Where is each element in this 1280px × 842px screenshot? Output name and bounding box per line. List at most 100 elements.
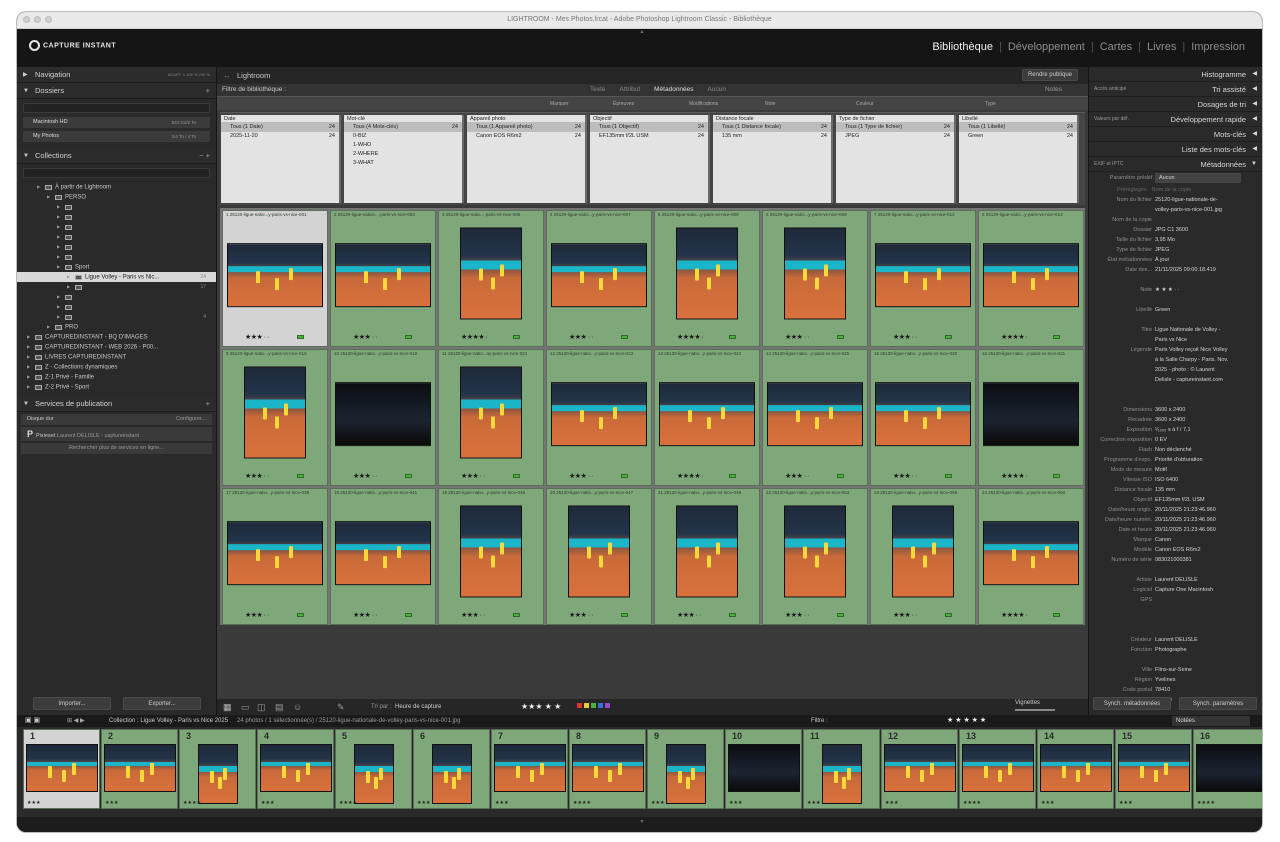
grid-cell[interactable]: 15 25120-ligue-natio...y-paris-vs-nice-0… bbox=[870, 349, 976, 486]
cell-rating[interactable]: ★★★ · · bbox=[245, 472, 269, 480]
cell-rating[interactable]: ★★★★ · bbox=[677, 333, 704, 341]
compare-view-icon[interactable]: ◫ bbox=[257, 699, 266, 715]
grid-cell[interactable]: 19 25120-ligue-natio...y-paris-vs-nice-0… bbox=[438, 488, 544, 625]
disclosure-triangle-icon[interactable]: ▶ bbox=[57, 212, 65, 222]
right-panel-header[interactable]: Liste des mots-clés ◀ bbox=[1089, 142, 1262, 157]
photo-thumbnail[interactable] bbox=[227, 520, 323, 585]
secondary-window-icon[interactable]: ▣ ▣ bbox=[25, 715, 40, 727]
cell-rating[interactable]: ★★★ · · bbox=[785, 472, 809, 480]
metadata-row[interactable]: Dossier JPG C1 3600 bbox=[1089, 225, 1262, 235]
disclosure-triangle-icon[interactable]: ▶ bbox=[37, 182, 45, 192]
grid-cell[interactable]: 14 25120-ligue-natio...y-paris-vs-nice-0… bbox=[762, 349, 868, 486]
metadata-row[interactable]: Date et heure 20/11/2025 21:23:46.960 bbox=[1089, 525, 1262, 535]
publish-button[interactable]: Rendre publique bbox=[1021, 69, 1078, 81]
grid-nav-icon[interactable]: ⊞ ◀ ▶ bbox=[67, 715, 85, 727]
module-4[interactable]: Impression bbox=[1188, 41, 1248, 53]
cell-rating[interactable]: ★★★★ · bbox=[1001, 333, 1028, 341]
photo-thumbnail[interactable] bbox=[335, 520, 431, 585]
right-panel-header[interactable]: Dosages de tri ◀ bbox=[1089, 97, 1262, 112]
column-header[interactable]: Type de fichier bbox=[836, 115, 954, 123]
metadata-row[interactable]: Type de fichier JPEG bbox=[1089, 245, 1262, 255]
cell-rating[interactable]: ★★★ · · bbox=[569, 472, 593, 480]
filmstrip-thumbnail[interactable]: 5 ★★★★ bbox=[335, 729, 412, 809]
metadata-row[interactable]: Flash Non déclenché bbox=[1089, 445, 1262, 455]
collection-item[interactable]: ▶ PRO bbox=[17, 322, 216, 332]
column-entry[interactable]: Canon EOS R6m2 24 bbox=[467, 132, 585, 141]
publish-services-header[interactable]: ▼ Services de publication + bbox=[17, 396, 216, 412]
collection-item[interactable]: ▶ Sport bbox=[17, 262, 216, 272]
find-more-services-button[interactable]: Rechercher plus de services en ligne... bbox=[21, 443, 212, 454]
metadata-preset-row[interactable]: Paramètre prédéf. Aucun bbox=[1089, 173, 1262, 185]
disclosure-triangle-icon[interactable]: ▶ bbox=[57, 312, 65, 322]
collection-item[interactable]: ▶ bbox=[17, 232, 216, 242]
cell-rating[interactable]: ★★★★ · bbox=[1001, 472, 1028, 480]
photo-thumbnail[interactable] bbox=[983, 520, 1079, 585]
grid-cell[interactable]: 11 25120-ligue-natio...ay-paris-vs-nice-… bbox=[438, 349, 544, 486]
column-entry[interactable]: 1-WHO bbox=[344, 141, 462, 150]
column-entry[interactable]: EF135mm f/2L USM 24 bbox=[590, 132, 708, 141]
collection-item[interactable]: ▶ PERSO bbox=[17, 192, 216, 202]
collection-item[interactable]: ▶ bbox=[17, 292, 216, 302]
metadata-row[interactable] bbox=[1089, 395, 1262, 405]
filmstrip-thumbnail[interactable]: 7 ★★★ bbox=[491, 729, 568, 809]
filmstrip-thumbnail[interactable]: 14 ★★★ bbox=[1037, 729, 1114, 809]
column-header[interactable]: Mot-clé bbox=[344, 115, 462, 123]
collapse-top-icon[interactable]: ▲ bbox=[640, 29, 645, 35]
photo-thumbnail[interactable] bbox=[784, 504, 846, 597]
module-1[interactable]: Développement bbox=[1005, 41, 1088, 53]
cell-rating[interactable]: ★★★ · · bbox=[893, 472, 917, 480]
photo-thumbnail[interactable] bbox=[568, 504, 630, 597]
color-labels[interactable] bbox=[577, 699, 610, 715]
disclosure-triangle-icon[interactable]: ▶ bbox=[47, 192, 55, 202]
cell-rating[interactable]: ★★★ · · bbox=[461, 472, 485, 480]
grid-cell[interactable]: 6 25120-ligue-natio...y-paris-vs-nice-00… bbox=[762, 210, 868, 347]
grid-cell[interactable]: 18 25120-ligue-natio...y-paris-vs-nice-0… bbox=[330, 488, 436, 625]
filmstrip-thumbnail[interactable]: 13 ★★★★ bbox=[959, 729, 1036, 809]
collection-item[interactable]: ▶ Z-1 Privé - Famille bbox=[17, 372, 216, 382]
column-entry[interactable]: 2-WHERE bbox=[344, 150, 462, 159]
photo-thumbnail[interactable] bbox=[659, 381, 755, 446]
metadata-row[interactable]: Artiste Laurent DELISLE bbox=[1089, 575, 1262, 585]
metadata-row[interactable] bbox=[1089, 275, 1262, 285]
photo-thumbnail[interactable] bbox=[460, 365, 522, 458]
column-entry[interactable]: Tous (4 Mots-clés) 24 bbox=[344, 123, 462, 132]
cell-rating[interactable]: ★★★ · · bbox=[569, 333, 593, 341]
filter-preset-select[interactable]: Notes bbox=[1045, 84, 1062, 96]
grid-cell[interactable]: 16 25120-ligue-natio...y-paris-vs-nice-0… bbox=[978, 349, 1084, 486]
disclosure-triangle-icon[interactable]: ▶ bbox=[27, 342, 35, 352]
cell-rating[interactable]: ★★★ · · bbox=[677, 611, 701, 619]
column-header[interactable]: Date bbox=[221, 115, 339, 123]
right-panel-header[interactable]: Valeurs par déf. Développement rapide ◀ bbox=[1089, 112, 1262, 127]
filter-tab[interactable]: Attribut bbox=[620, 86, 641, 93]
column-entry[interactable]: 2025-11-20 24 bbox=[221, 132, 339, 141]
metadata-row[interactable] bbox=[1089, 565, 1262, 575]
column-entry[interactable]: Tous (1 Objectif) 24 bbox=[590, 123, 708, 132]
cell-rating[interactable]: ★★★ · · bbox=[785, 611, 809, 619]
photo-thumbnail[interactable] bbox=[244, 365, 306, 458]
attribute-label[interactable]: Note bbox=[765, 97, 776, 111]
metadata-row[interactable]: à la Salle Charpy - Paris. Nov. bbox=[1089, 355, 1262, 365]
filter-tab[interactable]: Métadonnées bbox=[654, 86, 693, 93]
disclosure-triangle-icon[interactable]: ▶ bbox=[27, 382, 35, 392]
photo-thumbnail[interactable] bbox=[875, 242, 971, 307]
grid-cell[interactable]: 2 25120-ligue-nation...-paris-vs-nice-00… bbox=[330, 210, 436, 347]
metadata-row[interactable]: Paris vs Nice bbox=[1089, 335, 1262, 345]
metadata-row[interactable] bbox=[1089, 615, 1262, 625]
collection-search-input[interactable] bbox=[23, 168, 210, 178]
disclosure-triangle-icon[interactable]: ▶ bbox=[67, 272, 75, 282]
cell-rating[interactable]: ★★★ · · bbox=[461, 611, 485, 619]
grid-cell[interactable]: 17 25120-ligue-natio...y-paris-vs-nice-0… bbox=[222, 488, 328, 625]
column-header[interactable]: Distance focale bbox=[713, 115, 831, 123]
grid-cell[interactable]: 20 25120-ligue-natio...y-paris-vs-nice-0… bbox=[546, 488, 652, 625]
collection-item[interactable]: ▶ bbox=[17, 242, 216, 252]
collection-item[interactable]: ▶ bbox=[17, 252, 216, 262]
disclosure-triangle-icon[interactable]: ▶ bbox=[57, 262, 65, 272]
metadata-row[interactable]: Modèle Canon EOS R6m2 bbox=[1089, 545, 1262, 555]
photo-thumbnail[interactable] bbox=[983, 242, 1079, 307]
rating-stars[interactable]: ★★★ ★ ★ bbox=[521, 699, 561, 715]
module-0[interactable]: Bibliothèque bbox=[929, 41, 996, 53]
attribute-label[interactable]: Modifications bbox=[689, 97, 718, 111]
disclosure-triangle-icon[interactable]: ▶ bbox=[67, 282, 75, 292]
column-entry[interactable]: Tous (1 Appareil photo) 24 bbox=[467, 123, 585, 132]
collection-item[interactable]: ▶ 17 bbox=[17, 282, 216, 292]
